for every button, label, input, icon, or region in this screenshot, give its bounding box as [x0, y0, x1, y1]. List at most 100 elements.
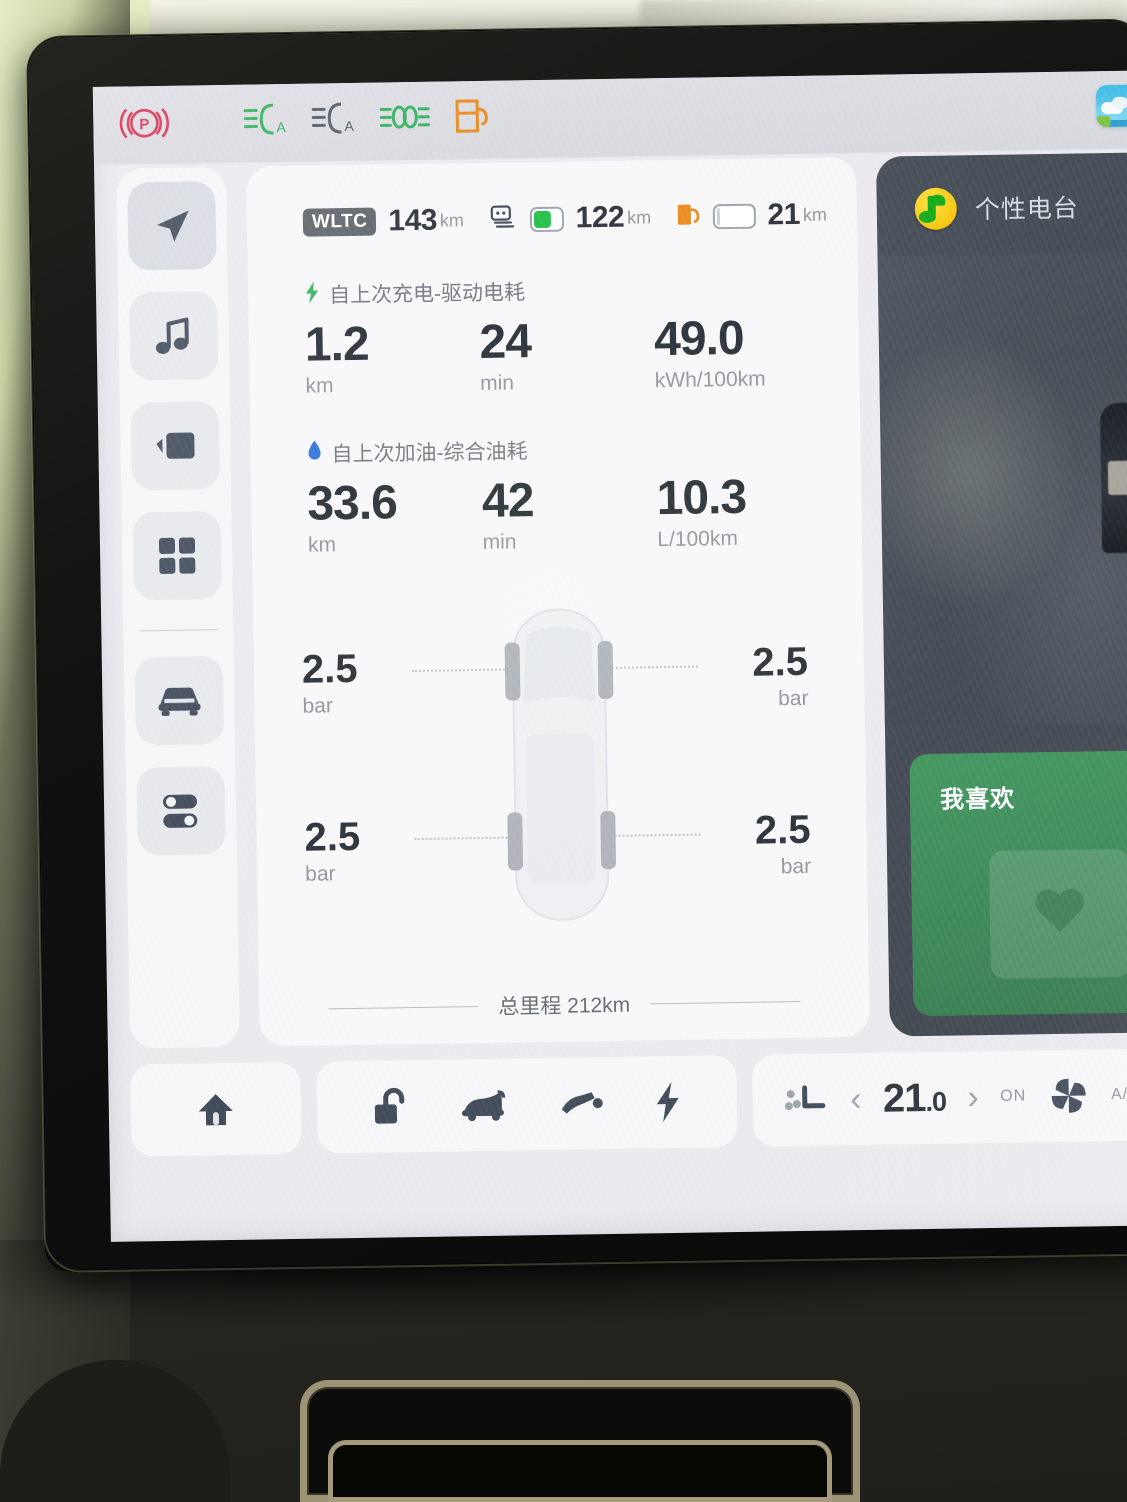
fuel-nozzle-icon [557, 1083, 606, 1124]
tire-rl-unit: bar [304, 861, 336, 886]
fuel-rate-unit: L/100km [657, 526, 739, 551]
wltc-badge: WLTC [302, 207, 377, 237]
fuel-pump-icon [675, 201, 703, 232]
car-top-view-graphic [494, 604, 627, 924]
sidebar-divider [139, 629, 218, 632]
trunk-icon [458, 1086, 511, 1125]
trunk-button[interactable] [458, 1086, 511, 1125]
fuel-consumption-title: 自上次加油-综合油耗 [306, 430, 830, 468]
album-artwork [877, 252, 1127, 727]
energy-card: WLTC 143 km 122 km 21 km 自上次充电-驱动电耗 1.2 … [246, 157, 870, 1047]
seat-heater-icon [782, 1080, 829, 1121]
electric-time-metric: 24 min [479, 314, 655, 396]
fuel-drop-icon [306, 440, 322, 467]
auto-low-beam-indicator: A [243, 101, 290, 143]
lightning-bolt-icon [304, 280, 320, 309]
fan-state-label: ON [1000, 1087, 1027, 1105]
tire-rear-left: 2.5 bar [304, 814, 361, 886]
weather-app-icon[interactable] [1095, 84, 1127, 128]
electric-distance-value: 1.2 [304, 317, 370, 372]
odometer-rule-left [328, 1005, 479, 1009]
sidebar-item-settings[interactable] [136, 766, 226, 856]
sidebar-item-apps[interactable] [132, 511, 222, 601]
temperature-int: 21 [882, 1075, 926, 1121]
wltc-range-value: 143 [388, 203, 438, 238]
battery-icon [490, 204, 520, 235]
fuel-range-unit: km [802, 203, 828, 225]
media-header: 个性电台 [876, 152, 1127, 231]
video-camera-icon [152, 428, 199, 463]
main-content: WLTC 143 km 122 km 21 km 自上次充电-驱动电耗 1.2 … [94, 148, 1127, 1242]
tire-rr-unit: bar [780, 854, 812, 878]
left-sidebar [116, 166, 240, 1049]
electric-distance-metric: 1.2 km [304, 317, 480, 399]
screen-surface: P A A WLTC 143 km 122 km 21 km 自上次充电-驱动电… [92, 70, 1127, 1242]
ev-range-unit: km [627, 206, 652, 228]
lightning-bolt-icon [653, 1080, 684, 1124]
seat-heater-button[interactable] [782, 1080, 829, 1121]
fuel-distance-value: 33.6 [306, 476, 398, 531]
electric-rate-value: 49.0 [653, 311, 744, 367]
parking-brake-indicator: P [118, 103, 171, 149]
home-button[interactable] [130, 1061, 302, 1157]
fuel-time-value: 42 [481, 473, 534, 528]
album-artwork-figure [1099, 402, 1127, 554]
music-note-icon [152, 313, 195, 358]
fan-icon [1047, 1074, 1090, 1117]
air-vent-inner [328, 1440, 832, 1502]
favorites-card[interactable]: 我喜欢 [909, 750, 1127, 1017]
odometer-row: 总里程 212km [259, 985, 869, 1025]
svg-text:P: P [139, 116, 149, 133]
sidebar-item-vehicle[interactable] [134, 656, 225, 746]
electric-time-unit: min [479, 371, 515, 395]
electric-consumption-title: 自上次充电-驱动电耗 [304, 271, 828, 309]
temperature-value: 21.0 [883, 1075, 947, 1121]
fuel-range-value: 21 [767, 197, 801, 232]
sidebar-item-video[interactable] [130, 401, 221, 491]
electric-rate-metric: 49.0 kWh/100km [654, 311, 830, 393]
qq-music-icon [914, 187, 958, 231]
fuel-distance-unit: km [307, 532, 337, 557]
fuel-level-bar [712, 203, 756, 229]
svg-text:A: A [276, 119, 286, 135]
fuel-cap-indicator [453, 97, 494, 141]
tire-fl-value: 2.5 [301, 646, 358, 692]
fuel-section-label: 自上次加油-综合油耗 [331, 440, 528, 467]
electric-rate-unit: kWh/100km [654, 367, 766, 392]
ac-label[interactable]: A/C [1111, 1086, 1127, 1104]
home-icon [195, 1089, 238, 1130]
sidebar-item-navigation[interactable] [127, 181, 217, 271]
tire-fr-value: 2.5 [751, 639, 809, 685]
battery-level-bar [529, 206, 564, 232]
navigation-arrow-icon [149, 202, 196, 249]
fuel-metrics: 33.6 km 42 min 10.3 L/100km [307, 470, 832, 557]
tire-rl-value: 2.5 [304, 814, 361, 860]
sidebar-item-music[interactable] [129, 291, 219, 381]
fan-button[interactable] [1047, 1074, 1090, 1117]
ev-range-value: 122 [575, 200, 625, 235]
electric-time-value: 24 [479, 315, 532, 369]
media-title: 个性电台 [974, 194, 1080, 225]
position-lamp-indicator [379, 99, 432, 141]
tire-fr-unit: bar [777, 686, 809, 710]
fuel-flap-button[interactable] [557, 1083, 606, 1124]
temp-increase-button[interactable]: › [967, 1078, 979, 1116]
tire-front-left: 2.5 bar [301, 646, 359, 718]
infotainment-display: P A A WLTC 143 km 122 km 21 km 自上次充电-驱动电… [24, 17, 1127, 1273]
fuel-rate-metric: 10.3 L/100km [656, 470, 832, 552]
temp-decrease-button[interactable]: ‹ [850, 1080, 862, 1118]
battery-level-fill [533, 210, 552, 228]
media-panel[interactable]: 个性电台 我喜欢 [875, 152, 1127, 1037]
bottom-dock: ‹ 21.0 › ON A/C [130, 1048, 1127, 1157]
car-front-icon [154, 681, 205, 720]
unlock-button[interactable] [370, 1085, 411, 1128]
fuel-time-unit: min [482, 529, 517, 554]
electric-section-label: 自上次充电-驱动电耗 [328, 281, 526, 308]
tire-rr-value: 2.5 [754, 807, 811, 853]
tire-pressure-panel: 2.5 bar 2.5 bar 2.5 bar 2.5 bar [283, 601, 838, 940]
charge-port-button[interactable] [653, 1080, 684, 1124]
range-row: WLTC 143 km 122 km 21 km [302, 197, 828, 239]
electric-distance-unit: km [305, 374, 334, 398]
tire-rear-right: 2.5 bar [754, 807, 812, 879]
tire-front-right: 2.5 bar [751, 639, 809, 711]
